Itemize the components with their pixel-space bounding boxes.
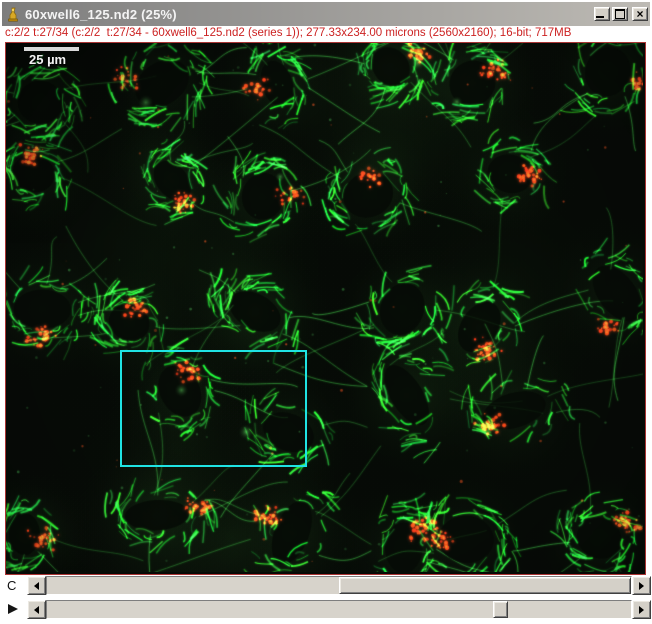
time-scroll-right-button[interactable]: [632, 600, 651, 619]
channel-scroll-left-button[interactable]: [27, 576, 46, 595]
scale-bar: [24, 47, 79, 51]
arrow-left-icon: [34, 606, 39, 614]
channel-scrollbar-track[interactable]: [46, 576, 632, 595]
time-scrollbar-track[interactable]: [46, 600, 632, 619]
channel-scrollbar-row: C: [0, 576, 652, 595]
nd2-document-icon: [6, 7, 20, 22]
close-icon: ×: [636, 9, 643, 20]
minimize-icon: [596, 16, 604, 18]
play-icon[interactable]: [8, 604, 18, 614]
scale-bar-label: 25 µm: [29, 52, 66, 67]
maximize-button[interactable]: [612, 7, 628, 21]
arrow-left-icon: [34, 582, 39, 590]
close-button[interactable]: ×: [632, 7, 648, 21]
image-viewport[interactable]: 25 µm: [5, 42, 646, 575]
viewer-window: 60xwell6_125.nd2 (25%) × c:2/2 t:27/34 (…: [0, 0, 652, 624]
channel-scroll-right-button[interactable]: [632, 576, 651, 595]
window-controls: ×: [592, 7, 648, 21]
title-bar[interactable]: 60xwell6_125.nd2 (25%) ×: [2, 2, 650, 26]
time-scroll-left-button[interactable]: [27, 600, 46, 619]
roi-rectangle[interactable]: [120, 350, 307, 467]
image-info-bar: c:2/2 t:27/34 (c:2/2 t:27/34 - 60xwell6_…: [2, 26, 650, 42]
window-title: 60xwell6_125.nd2 (25%): [25, 7, 177, 22]
time-scrollbar-thumb[interactable]: [493, 601, 508, 618]
channel-label: C: [7, 576, 16, 595]
arrow-right-icon: [639, 582, 644, 590]
micrograph-image: [6, 43, 643, 572]
channel-scrollbar-thumb[interactable]: [339, 577, 631, 594]
arrow-right-icon: [639, 606, 644, 614]
time-scrollbar-row: [0, 600, 652, 619]
maximize-icon: [615, 9, 625, 19]
minimize-button[interactable]: [594, 7, 610, 21]
